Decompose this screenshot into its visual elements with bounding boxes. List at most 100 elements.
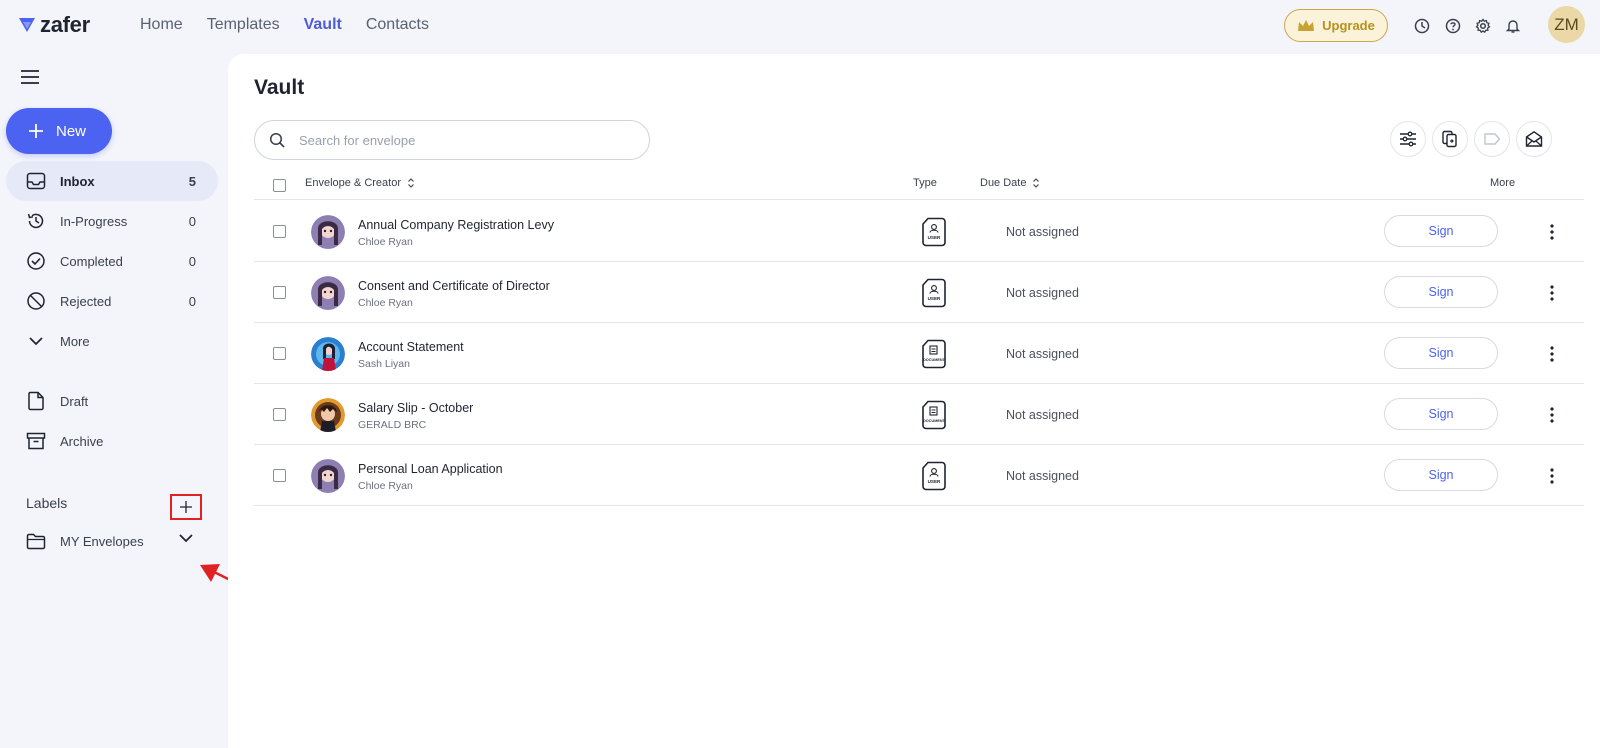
sidebar-item-rejected[interactable]: Rejected 0 — [6, 281, 218, 321]
table-row[interactable]: Personal Loan Application Chloe Ryan USE… — [254, 445, 1584, 506]
page-title: Vault — [254, 76, 305, 99]
envelope-creator: Chloe Ryan — [358, 236, 413, 248]
label-item-my-envelopes[interactable]: MY Envelopes — [26, 526, 206, 556]
user-document-icon: USER — [922, 217, 946, 247]
column-envelope-creator[interactable]: Envelope & Creator — [305, 177, 415, 189]
envelope-creator: Chloe Ryan — [358, 297, 413, 309]
row-checkbox[interactable] — [273, 347, 286, 360]
main-nav: Home Templates Vault Contacts — [140, 16, 429, 34]
hamburger-menu-icon[interactable] — [20, 69, 40, 85]
envelope-title[interactable]: Salary Slip - October — [358, 401, 473, 415]
sidebar-item-draft[interactable]: Draft — [6, 381, 218, 421]
sidebar-item-more[interactable]: More — [6, 321, 218, 361]
help-icon[interactable] — [1443, 16, 1463, 36]
chevron-down-icon[interactable] — [178, 532, 194, 544]
due-date: Not assigned — [1006, 408, 1079, 422]
row-checkbox[interactable] — [273, 225, 286, 238]
avatar — [311, 276, 345, 310]
crown-icon — [1298, 19, 1315, 31]
document-type-icon: DOCUMENT — [922, 339, 946, 369]
gear-icon[interactable] — [1473, 16, 1493, 36]
avatar — [311, 215, 345, 249]
sign-button[interactable]: Sign — [1384, 337, 1498, 369]
sidebar-item-count: 0 — [188, 253, 196, 269]
table-row[interactable]: Annual Company Registration Levy Chloe R… — [254, 201, 1584, 262]
column-label: Envelope & Creator — [305, 177, 401, 189]
envelope-creator: Chloe Ryan — [358, 480, 413, 492]
sign-button[interactable]: Sign — [1384, 276, 1498, 308]
tag-button[interactable] — [1474, 121, 1510, 157]
filter-button[interactable] — [1390, 121, 1426, 157]
column-label: Due Date — [980, 177, 1027, 189]
history-icon — [26, 211, 46, 231]
due-date: Not assigned — [1006, 469, 1079, 483]
column-label: Type — [913, 177, 937, 189]
sign-button[interactable]: Sign — [1384, 398, 1498, 430]
row-checkbox[interactable] — [273, 469, 286, 482]
table-row[interactable]: Consent and Certificate of Director Chlo… — [254, 262, 1584, 323]
more-options-icon[interactable] — [1546, 404, 1558, 426]
sort-icon — [408, 178, 414, 188]
more-options-icon[interactable] — [1546, 465, 1558, 487]
new-button[interactable]: New — [6, 108, 112, 154]
nav-home[interactable]: Home — [140, 16, 183, 34]
envelope-title[interactable]: Annual Company Registration Levy — [358, 218, 554, 232]
mark-read-button[interactable] — [1516, 121, 1552, 157]
sidebar-item-label: More — [60, 333, 90, 349]
files-icon — [1442, 130, 1457, 148]
plus-icon — [29, 124, 43, 138]
sidebar: New Inbox 5 In-Progress 0 Completed 0 Re… — [0, 54, 327, 748]
avatar — [311, 398, 345, 432]
sidebar-item-count: 0 — [188, 293, 196, 309]
column-due-date[interactable]: Due Date — [980, 177, 1040, 189]
sidebar-item-completed[interactable]: Completed 0 — [6, 241, 218, 281]
nav-contacts[interactable]: Contacts — [366, 16, 429, 34]
document-type-icon: DOCUMENT — [922, 400, 946, 430]
move-to-folder-button[interactable] — [1432, 121, 1468, 157]
select-all-checkbox[interactable] — [273, 179, 286, 192]
sidebar-item-inbox[interactable]: Inbox 5 — [6, 161, 218, 201]
label-item-name: MY Envelopes — [60, 533, 144, 549]
row-checkbox[interactable] — [273, 408, 286, 421]
sliders-icon — [1400, 131, 1416, 147]
envelope-creator: GERALD BRC — [358, 419, 427, 431]
envelope-title[interactable]: Consent and Certificate of Director — [358, 279, 550, 293]
sidebar-item-label: Inbox — [60, 173, 95, 189]
row-checkbox[interactable] — [273, 286, 286, 299]
table-row[interactable]: Salary Slip - October GERALD BRC DOCUMEN… — [254, 384, 1584, 445]
chevron-down-icon — [26, 331, 46, 351]
history-icon[interactable] — [1412, 16, 1432, 36]
column-type: Type — [913, 177, 937, 189]
bell-icon[interactable] — [1503, 16, 1523, 36]
sidebar-item-label: In-Progress — [60, 213, 128, 229]
column-label: More — [1490, 177, 1516, 189]
envelope-title[interactable]: Personal Loan Application — [358, 462, 503, 476]
envelope-open-icon — [1525, 130, 1543, 147]
inbox-icon — [26, 171, 46, 191]
nav-templates[interactable]: Templates — [207, 16, 280, 34]
more-options-icon[interactable] — [1546, 221, 1558, 243]
nav-vault[interactable]: Vault — [304, 16, 342, 34]
user-document-icon: USER — [922, 461, 946, 491]
search-box[interactable] — [254, 120, 650, 160]
sidebar-item-in-progress[interactable]: In-Progress 0 — [6, 201, 218, 241]
more-options-icon[interactable] — [1546, 343, 1558, 365]
brand-logo[interactable]: zafer — [18, 12, 90, 38]
due-date: Not assigned — [1006, 286, 1079, 300]
upgrade-button[interactable]: Upgrade — [1284, 9, 1388, 42]
search-input[interactable] — [299, 132, 619, 148]
check-circle-icon — [26, 251, 46, 271]
folder-icon — [26, 531, 46, 551]
search-icon — [269, 132, 285, 148]
table-row[interactable]: Account Statement Sash Liyan DOCUMENT No… — [254, 323, 1584, 384]
due-date: Not assigned — [1006, 347, 1079, 361]
more-options-icon[interactable] — [1546, 282, 1558, 304]
sidebar-item-archive[interactable]: Archive — [6, 421, 218, 461]
user-avatar[interactable]: ZM — [1548, 6, 1585, 43]
sign-button[interactable]: Sign — [1384, 459, 1498, 491]
due-date: Not assigned — [1006, 225, 1079, 239]
envelope-title[interactable]: Account Statement — [358, 340, 464, 354]
add-label-button[interactable] — [170, 494, 202, 520]
table-header: Envelope & Creator Type Due Date More — [254, 170, 1584, 200]
sign-button[interactable]: Sign — [1384, 215, 1498, 247]
